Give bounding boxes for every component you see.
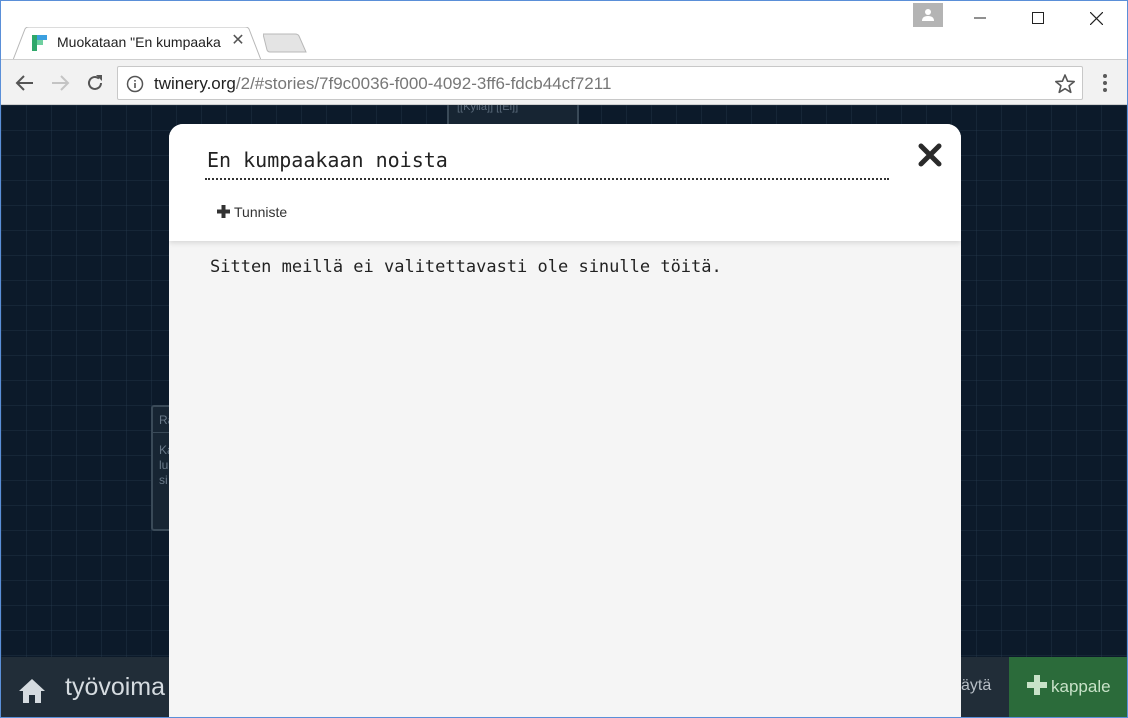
info-icon[interactable] [126, 75, 144, 93]
back-arrow-icon [15, 75, 33, 91]
maximize-icon [1032, 12, 1044, 24]
plus-icon [1027, 675, 1047, 695]
story-name[interactable]: työvoima [65, 673, 165, 702]
maximize-button[interactable] [1009, 1, 1067, 35]
passage-excerpt: [[Kyllä]] [[Ei]] [457, 105, 519, 113]
dialog-header: En kumpaakaan noista Tunniste [169, 124, 961, 241]
close-x-icon[interactable] [917, 142, 943, 168]
add-passage-label: kappale [1051, 677, 1111, 696]
tab-title: Muokataan "En kumpaakaan noista" [57, 34, 221, 50]
url-path: /2/#stories/7f9c0036-f000-4092-3ff6-fdcb… [235, 74, 612, 93]
menu-dot [1103, 88, 1107, 92]
browser-toolbar: twinery.org/2/#stories/7f9c0036-f000-409… [1, 59, 1127, 105]
plus-icon [217, 205, 230, 218]
more-vert-icon[interactable] [1093, 70, 1117, 96]
new-tab-button[interactable] [263, 33, 307, 53]
window-close-button[interactable] [1067, 1, 1125, 35]
forward-arrow-icon [52, 75, 70, 91]
passage-text-editor[interactable]: Sitten meillä ei valitettavasti ole sinu… [210, 256, 930, 278]
tab-close-icon[interactable]: ✕ [229, 32, 247, 50]
browser-tab[interactable]: Muokataan "En kumpaakaan noista" ✕ [13, 27, 261, 60]
passage-name-field[interactable]: En kumpaakaan noista [205, 146, 889, 180]
reload-icon [88, 75, 102, 90]
forward-button[interactable] [46, 69, 74, 97]
url-host: twinery.org [154, 74, 236, 93]
profile-button[interactable] [913, 3, 943, 27]
url-text[interactable]: twinery.org/2/#stories/7f9c0036-f000-409… [154, 74, 611, 94]
add-tag-label: Tunniste [234, 204, 288, 220]
home-icon[interactable] [17, 677, 47, 705]
minimize-icon [974, 17, 986, 19]
add-passage-button[interactable]: kappale [1009, 657, 1127, 717]
story-map-page: [[Kyllä]] [[Ei]] Ra Ka lu si työvoima äy… [1, 105, 1127, 717]
minimize-button[interactable] [951, 1, 1009, 35]
person-icon [922, 9, 934, 21]
reload-button[interactable] [81, 69, 109, 97]
passage-edit-dialog: En kumpaakaan noista Tunniste Sitten mei… [169, 124, 961, 717]
window-close-icon [1089, 11, 1103, 25]
menu-dot [1103, 81, 1107, 85]
menu-dot [1103, 74, 1107, 78]
back-button[interactable] [11, 69, 39, 97]
twine-logo-icon [32, 35, 47, 51]
address-bar[interactable]: twinery.org/2/#stories/7f9c0036-f000-409… [117, 66, 1083, 100]
star-icon[interactable] [1054, 73, 1076, 95]
browser-window: Muokataan "En kumpaakaan noista" ✕ [0, 0, 1128, 718]
tab-strip: Muokataan "En kumpaakaan noista" ✕ [1, 1, 1127, 60]
